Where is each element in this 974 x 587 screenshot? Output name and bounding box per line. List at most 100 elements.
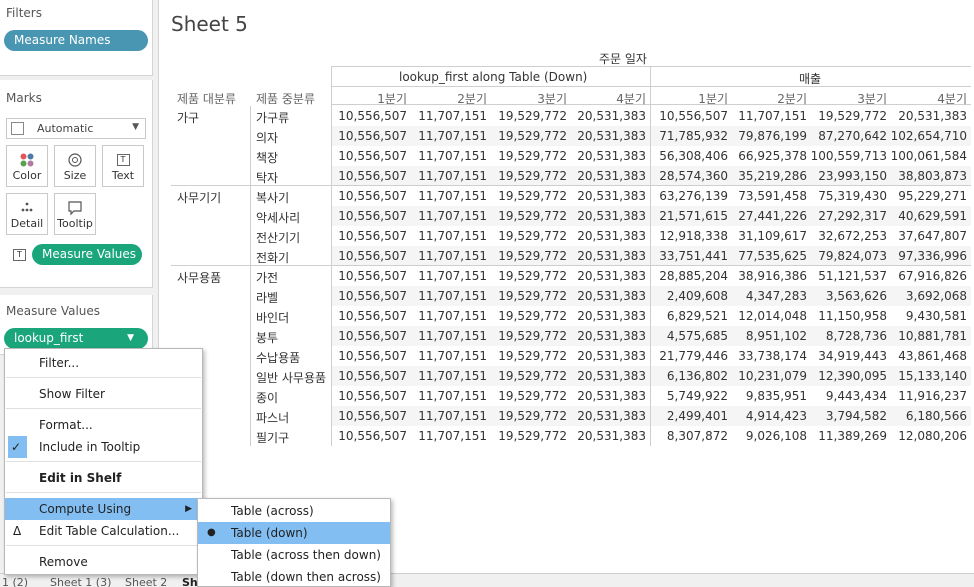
table-cell: 3,563,626 xyxy=(825,289,887,303)
delta-icon: Δ xyxy=(13,524,22,538)
table-cell: 63,276,139 xyxy=(659,189,728,203)
table-cell: 19,529,772 xyxy=(498,229,567,243)
table-cell: 37,647,807 xyxy=(898,229,967,243)
measure-values-card: Measure Values lookup_first ▼ xyxy=(0,295,153,355)
tab-sheet-1-3[interactable]: Sheet 1 (3) xyxy=(50,576,111,587)
table-cell: 12,080,206 xyxy=(898,429,967,443)
submenu-item-table-down[interactable]: ● Table (down) xyxy=(198,522,390,544)
mark-type-dropdown[interactable]: Automatic ▼ xyxy=(6,118,146,139)
lookup-first-pill[interactable]: lookup_first ▼ xyxy=(4,328,148,349)
table-cell: 100,559,713 xyxy=(810,149,887,163)
table-cell: 11,707,151 xyxy=(738,109,807,123)
menu-item-edit-table-calculation[interactable]: Δ Edit Table Calculation... xyxy=(5,520,202,542)
subcategory-label: 바인더 xyxy=(256,311,290,325)
table-cell: 20,531,383 xyxy=(577,249,646,263)
measure-names-pill[interactable]: Measure Names xyxy=(4,30,148,51)
table-cell: 19,529,772 xyxy=(498,289,567,303)
subcategory-label: 책장 xyxy=(256,151,279,165)
subcategory-label: 복사기 xyxy=(256,191,290,205)
table-cell: 10,556,507 xyxy=(338,229,407,243)
table-cell: 11,707,151 xyxy=(418,389,487,403)
menu-divider xyxy=(6,492,201,493)
table-cell: 10,556,507 xyxy=(338,369,407,383)
table-cell: 27,292,317 xyxy=(818,209,887,223)
table-cell: 56,308,406 xyxy=(659,149,728,163)
menu-item-include-in-tooltip[interactable]: ✓ Include in Tooltip xyxy=(5,436,202,458)
table-cell: 4,347,283 xyxy=(745,289,807,303)
filters-title: Filters xyxy=(6,6,42,20)
menu-item-compute-using[interactable]: Compute Using ▶ xyxy=(5,498,202,520)
table-cell: 11,707,151 xyxy=(418,109,487,123)
table-cell: 11,707,151 xyxy=(418,269,487,283)
text-icon: T xyxy=(103,152,143,168)
tab-sheet-1-2[interactable]: 1 (2) xyxy=(2,576,28,587)
table-cell: 11,707,151 xyxy=(418,429,487,443)
table-cell: 20,531,383 xyxy=(577,189,646,203)
size-button[interactable]: Size xyxy=(54,145,96,187)
table-cell: 87,270,642 xyxy=(818,129,887,143)
table-cell: 10,556,507 xyxy=(338,149,407,163)
submenu-item-label: Table (down) xyxy=(231,526,308,540)
table-cell: 28,574,360 xyxy=(659,169,728,183)
menu-item-show-filter[interactable]: Show Filter xyxy=(5,383,202,405)
table-cell: 2,409,608 xyxy=(666,289,728,303)
table-cell: 34,919,443 xyxy=(818,349,887,363)
table-cell: 20,531,383 xyxy=(577,309,646,323)
quarter-header: 3분기 xyxy=(537,92,567,106)
submenu-item-table-across-then-down[interactable]: Table (across then down) xyxy=(198,544,390,566)
table-cell: 10,556,507 xyxy=(338,129,407,143)
size-icon xyxy=(55,152,95,168)
table-cell: 10,556,507 xyxy=(338,349,407,363)
menu-item-remove[interactable]: Remove xyxy=(5,551,202,573)
detail-button[interactable]: Detail xyxy=(6,193,48,235)
measure-values-title: Measure Values xyxy=(6,304,101,318)
table-cell: 9,835,951 xyxy=(745,389,807,403)
table-cell: 11,707,151 xyxy=(418,249,487,263)
table-cell: 12,918,338 xyxy=(659,229,728,243)
tab-sheet-2[interactable]: Sheet 2 xyxy=(125,576,167,587)
tab-sheet-5[interactable]: Sh xyxy=(182,576,198,587)
table-cell: 40,629,591 xyxy=(898,209,967,223)
menu-item-format[interactable]: Format... xyxy=(5,414,202,436)
table-cell: 3,692,068 xyxy=(905,289,967,303)
table-cell: 67,916,826 xyxy=(898,269,967,283)
table-cell: 19,529,772 xyxy=(498,249,567,263)
table-cell: 77,535,625 xyxy=(738,249,807,263)
table-cell: 19,529,772 xyxy=(498,409,567,423)
table-cell: 28,885,204 xyxy=(659,269,728,283)
table-cell: 6,829,521 xyxy=(666,309,728,323)
column-header-group-lookup: lookup_first along Table (Down) xyxy=(399,70,588,84)
subcategory-label: 필기구 xyxy=(256,431,290,445)
size-label: Size xyxy=(63,169,87,182)
table-cell: 19,529,772 xyxy=(498,389,567,403)
table-cell: 15,133,140 xyxy=(898,369,967,383)
table-cell: 3,794,582 xyxy=(825,409,887,423)
table-cell: 23,993,150 xyxy=(818,169,887,183)
color-label: Color xyxy=(12,169,42,182)
menu-divider xyxy=(6,461,201,462)
table-cell: 102,654,710 xyxy=(890,129,967,143)
table-cell: 5,749,922 xyxy=(666,389,728,403)
tooltip-button[interactable]: Tooltip xyxy=(54,193,96,235)
submenu-item-table-across[interactable]: Table (across) xyxy=(198,500,390,522)
quarter-header: 2분기 xyxy=(457,92,487,106)
submenu-item-table-down-then-across[interactable]: Table (down then across) xyxy=(198,566,390,587)
measure-values-pill[interactable]: Measure Values xyxy=(32,244,142,265)
divider-line xyxy=(171,185,971,186)
table-cell: 19,529,772 xyxy=(498,169,567,183)
table-cell: 20,531,383 xyxy=(577,149,646,163)
chevron-down-icon: ▼ xyxy=(127,333,134,343)
menu-item-edit-in-shelf[interactable]: Edit in Shelf xyxy=(5,467,202,489)
table-cell: 10,881,781 xyxy=(898,329,967,343)
table-cell: 20,531,383 xyxy=(577,409,646,423)
table-cell: 66,925,378 xyxy=(738,149,807,163)
color-icon xyxy=(7,152,47,168)
menu-item-filter[interactable]: Filter... xyxy=(5,352,202,374)
text-button[interactable]: T Text xyxy=(102,145,144,187)
quarter-header: 1분기 xyxy=(377,92,407,106)
table-cell: 79,876,199 xyxy=(738,129,807,143)
table-cell: 20,531,383 xyxy=(898,109,967,123)
color-button[interactable]: Color xyxy=(6,145,48,187)
table-cell: 20,531,383 xyxy=(577,429,646,443)
table-cell: 19,529,772 xyxy=(498,349,567,363)
